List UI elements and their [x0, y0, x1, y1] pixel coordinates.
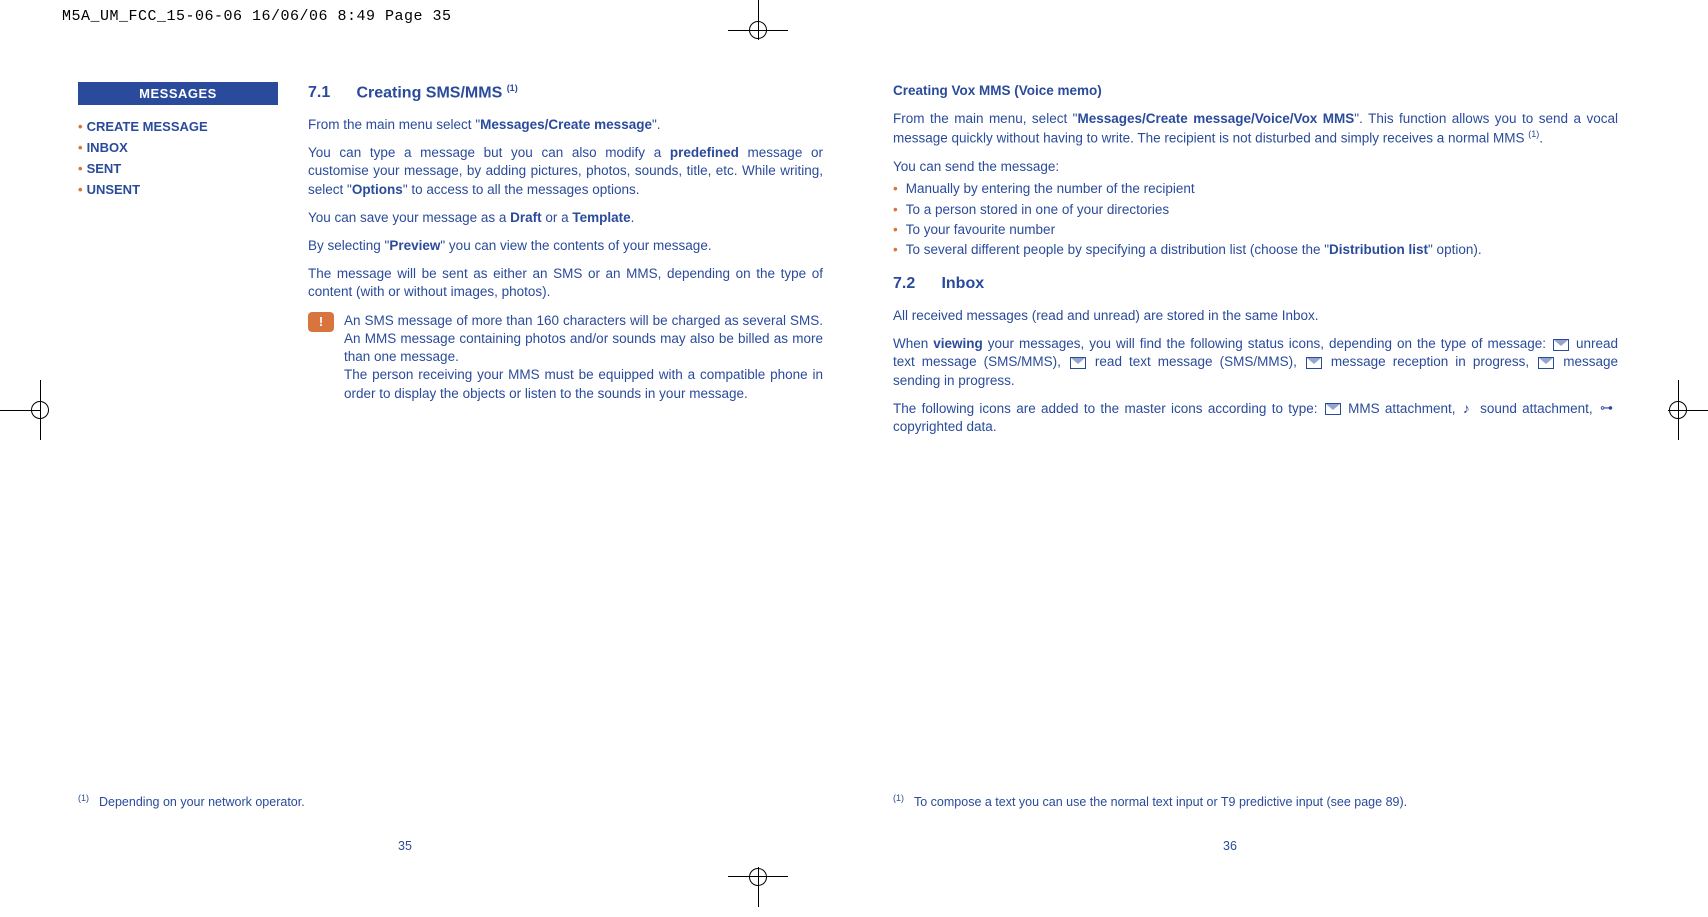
footnote-marker: (1)	[78, 793, 89, 803]
sidebar-item-label: SENT	[87, 161, 122, 176]
bullet-icon: •	[893, 201, 898, 219]
envelope-open-icon	[1070, 357, 1086, 369]
paragraph: When viewing your messages, you will fin…	[893, 335, 1618, 390]
footnote-marker: (1)	[893, 793, 904, 803]
sidebar-item-label: CREATE MESSAGE	[87, 119, 208, 134]
bullet-icon: •	[78, 140, 83, 155]
footnote-text: To compose a text you can use the normal…	[914, 795, 1407, 809]
page-spread: MESSAGES • CREATE MESSAGE • INBOX • SENT • U…	[78, 82, 1648, 857]
footnote-ref: (1)	[1528, 129, 1539, 139]
section-heading: 7.2 Inbox	[893, 273, 1618, 295]
crop-mark-left	[0, 380, 60, 440]
sidebar-item-label: UNSENT	[87, 182, 140, 197]
sidebar-item-label: INBOX	[87, 140, 128, 155]
page-number: 36	[1223, 839, 1237, 853]
page-right: Creating Vox MMS (Voice memo) From the m…	[863, 82, 1648, 857]
sidebar-item: • UNSENT	[78, 182, 278, 197]
note-text: An SMS message of more than 160 characte…	[344, 312, 823, 403]
paragraph: You can send the message:	[893, 158, 1618, 176]
sidebar-item: • INBOX	[78, 140, 278, 155]
sub-heading: Creating Vox MMS (Voice memo)	[893, 82, 1618, 100]
crop-mark-right	[1648, 380, 1708, 440]
footnote: (1) To compose a text you can use the nor…	[893, 793, 1407, 809]
main-content-left: 7.1 Creating SMS/MMS (1) From the main m…	[308, 82, 823, 403]
paragraph: The message will be sent as either an SM…	[308, 265, 823, 301]
paragraph: All received messages (read and unread) …	[893, 307, 1618, 325]
sidebar-nav: MESSAGES • CREATE MESSAGE • INBOX • SENT • U…	[78, 82, 278, 403]
crop-mark-top	[728, 0, 788, 60]
note-block: ! An SMS message of more than 160 charac…	[308, 312, 823, 403]
main-content-right: Creating Vox MMS (Voice memo) From the m…	[893, 82, 1618, 436]
envelope-closed-icon	[1553, 339, 1569, 351]
page-left: MESSAGES • CREATE MESSAGE • INBOX • SENT • U…	[78, 82, 863, 857]
paragraph: From the main menu, select "Messages/Cre…	[893, 110, 1618, 148]
bullet-icon: •	[78, 182, 83, 197]
paragraph: The following icons are added to the mas…	[893, 400, 1618, 436]
sidebar-item: • SENT	[78, 161, 278, 176]
list-item: •Manually by entering the number of the …	[893, 180, 1618, 198]
bullet-list: •Manually by entering the number of the …	[893, 180, 1618, 259]
list-item: •To your favourite number	[893, 221, 1618, 239]
bullet-icon: •	[893, 221, 898, 239]
bullet-icon: •	[78, 161, 83, 176]
section-title: Creating SMS/MMS	[356, 84, 506, 101]
sidebar-item: • CREATE MESSAGE	[78, 119, 278, 134]
paragraph: You can save your message as a Draft or …	[308, 209, 823, 227]
footnote-ref: (1)	[507, 83, 518, 93]
paragraph: You can type a message but you can also …	[308, 144, 823, 199]
bullet-icon: •	[78, 119, 83, 134]
page-number: 35	[398, 839, 412, 853]
list-item: •To several different people by specifyi…	[893, 241, 1618, 259]
bullet-icon: •	[893, 241, 898, 259]
music-note-icon	[1463, 403, 1473, 415]
bullet-icon: •	[893, 180, 898, 198]
section-number: 7.1	[308, 82, 352, 104]
paragraph: From the main menu select "Messages/Crea…	[308, 116, 823, 134]
footnote: (1) Depending on your network operator.	[78, 793, 305, 809]
envelope-down-icon	[1306, 357, 1322, 369]
section-heading: 7.1 Creating SMS/MMS (1)	[308, 82, 823, 104]
key-icon	[1600, 403, 1616, 415]
list-item: •To a person stored in one of your direc…	[893, 201, 1618, 219]
section-number: 7.2	[893, 273, 937, 295]
paragraph: By selecting "Preview" you can view the …	[308, 237, 823, 255]
footnote-text: Depending on your network operator.	[99, 795, 305, 809]
warning-icon: !	[308, 312, 334, 332]
attachment-icon	[1325, 403, 1341, 415]
pdf-header-line: M5A_UM_FCC_15-06-06 16/06/06 8:49 Page 3…	[0, 0, 1708, 25]
sidebar-title: MESSAGES	[78, 82, 278, 105]
section-title: Inbox	[941, 275, 984, 292]
envelope-up-icon	[1538, 357, 1554, 369]
